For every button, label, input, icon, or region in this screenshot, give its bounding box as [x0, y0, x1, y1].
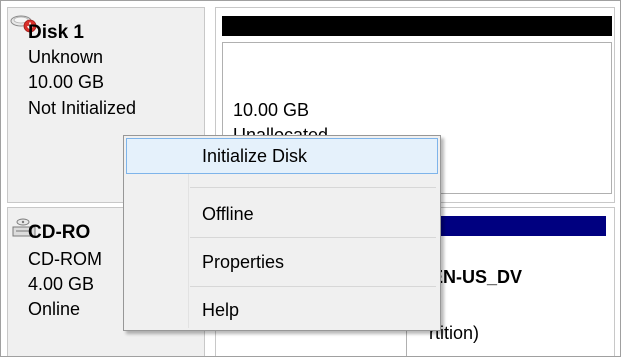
context-menu: Initialize Disk Offline Properties Help: [123, 135, 441, 331]
menu-item-label: Properties: [202, 252, 285, 272]
disk-type: CD-ROM: [28, 249, 102, 269]
menu-item-properties[interactable]: Properties: [126, 244, 438, 280]
volume-name: EN-US_DV: [431, 267, 523, 287]
menu-item-label: Offline: [202, 204, 254, 224]
menu-item-label: Help: [202, 300, 240, 320]
menu-separator: [190, 237, 436, 238]
menu-separator: [190, 187, 436, 188]
disk-size: 10.00 GB: [28, 72, 105, 92]
disk-management-view: Disk 1 Unknown 10.00 GB Not Initialized …: [0, 0, 621, 357]
menu-item-label: Initialize Disk: [202, 146, 308, 166]
menu-item-offline[interactable]: Offline: [126, 196, 438, 232]
disk-status: Online: [28, 299, 81, 319]
disk-type: Unknown: [28, 47, 104, 67]
menu-separator: [190, 286, 436, 287]
disk-size: 4.00 GB: [28, 274, 95, 294]
disk-title: CD-RO: [28, 222, 91, 243]
volume-header-bar: [222, 16, 612, 36]
disk-status: Not Initialized: [28, 98, 137, 118]
menu-item-initialize-disk[interactable]: Initialize Disk: [126, 138, 438, 174]
menu-item-help[interactable]: Help: [126, 292, 438, 328]
volume-size: 10.00 GB: [233, 100, 310, 120]
disk-title: Disk 1: [28, 22, 84, 43]
